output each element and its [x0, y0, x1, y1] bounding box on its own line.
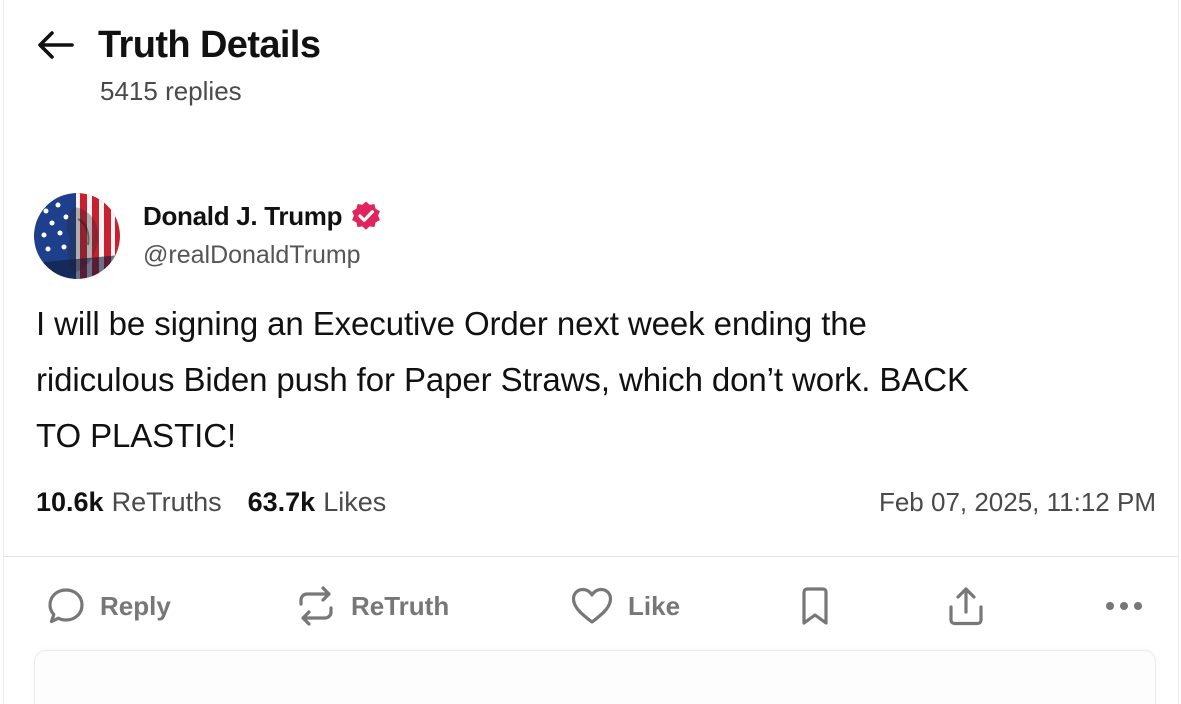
post-stats: 10.6k ReTruths 63.7k Likes Feb 07, 2025,…: [36, 482, 1156, 522]
likes-count: 63.7k: [247, 486, 316, 517]
like-button[interactable]: Like: [570, 578, 680, 634]
post-timestamp: Feb 07, 2025, 11:12 PM: [878, 486, 1156, 517]
flag-portrait-image: [34, 193, 120, 279]
replies-count: 5415 replies: [100, 76, 242, 106]
retruth-label: ReTruth: [351, 590, 450, 621]
author-handle[interactable]: @realDonaldTrump: [143, 241, 382, 270]
more-icon: [1106, 602, 1142, 610]
share-button[interactable]: [946, 578, 986, 634]
post-line: I will be signing an Executive Order nex…: [36, 305, 867, 342]
bookmark-icon: [802, 587, 828, 625]
verified-badge-icon: [350, 200, 382, 232]
like-label: Like: [628, 590, 681, 621]
reply-card: [34, 650, 1156, 704]
name-row: Donald J. Trump: [143, 199, 382, 233]
retruths-stat[interactable]: 10.6k ReTruths: [36, 487, 222, 518]
likes-stat[interactable]: 63.7k Likes: [248, 487, 387, 518]
back-button[interactable]: [36, 23, 80, 67]
reply-button[interactable]: Reply: [46, 578, 171, 634]
likes-label: Likes: [323, 486, 387, 517]
author-name[interactable]: Donald J. Trump: [143, 201, 342, 232]
bookmark-button[interactable]: [800, 578, 830, 634]
post-line: ridiculous Biden push for Paper Straws, …: [36, 361, 969, 398]
reply-icon: [48, 588, 84, 624]
post-body: I will be signing an Executive Order nex…: [36, 296, 1146, 464]
arrow-left-icon: [38, 31, 74, 59]
share-icon: [949, 587, 983, 626]
post-line: TO PLASTIC!: [36, 417, 237, 454]
more-options-button[interactable]: [1104, 578, 1144, 634]
author-text: Donald J. Trump @realDonaldTrump: [143, 193, 382, 270]
retruth-button[interactable]: ReTruth: [295, 578, 449, 634]
action-bar: Reply ReTruth Like: [0, 578, 1181, 634]
avatar[interactable]: [34, 193, 120, 279]
author-block: Donald J. Trump @realDonaldTrump: [34, 193, 382, 281]
retruths-label: ReTruths: [111, 486, 222, 517]
retruths-count: 10.6k: [36, 486, 104, 517]
heart-icon: [571, 587, 613, 624]
divider: [4, 556, 1178, 557]
page-title: Truth Details: [98, 23, 321, 66]
reply-label: Reply: [100, 590, 171, 621]
page-header: Truth Details: [36, 22, 321, 68]
retruth-icon: [299, 586, 333, 626]
